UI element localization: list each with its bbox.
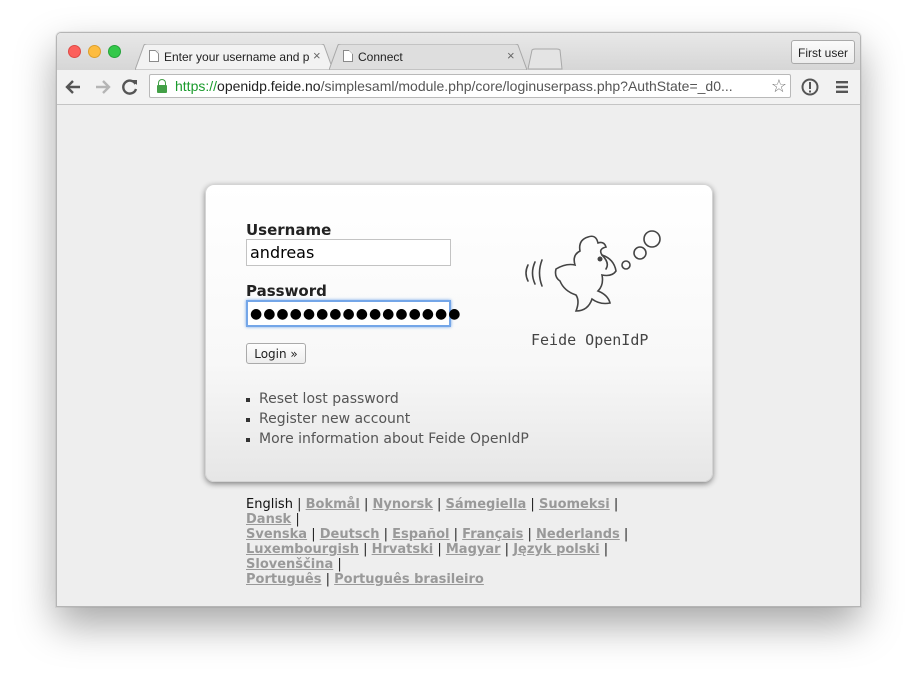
lang-link[interactable]: Svenska <box>246 527 307 542</box>
reload-icon[interactable] <box>119 76 141 98</box>
password-input[interactable]: ●●●●●●●●●●●●●●●● <box>246 300 460 327</box>
url-text: https://openidp.feide.no/simplesaml/modu… <box>175 78 733 94</box>
language-selector: English | Bokmål | Nynorsk | Sámegiella … <box>246 497 629 587</box>
login-card: Username andreas Password ●●●●●●●●●●●●●●… <box>205 184 713 482</box>
tab-title: Enter your username and p <box>164 50 309 64</box>
window-minimize-icon[interactable] <box>88 45 101 58</box>
logo-text: Feide OpenIdP <box>531 331 649 349</box>
reset-password-link[interactable]: Reset lost password <box>246 389 529 409</box>
lang-link[interactable]: Nederlands <box>536 527 620 542</box>
feide-fish-logo-icon <box>525 230 661 312</box>
back-arrow-icon[interactable] <box>63 76 85 98</box>
page-icon <box>149 50 159 62</box>
tab-close-icon[interactable]: × <box>313 48 321 63</box>
forward-arrow-icon[interactable] <box>91 76 113 98</box>
tab-close-icon[interactable]: × <box>507 48 515 63</box>
lang-link[interactable]: Język polski <box>513 542 599 557</box>
window-close-icon[interactable] <box>68 45 81 58</box>
lang-link[interactable]: Español <box>392 527 449 542</box>
username-label: Username <box>246 221 332 239</box>
lang-link[interactable]: Français <box>462 527 523 542</box>
lang-link[interactable]: Português <box>246 572 321 587</box>
password-label: Password <box>246 282 327 300</box>
more-info-link[interactable]: More information about Feide OpenIdP <box>246 429 529 449</box>
lang-link[interactable]: Magyar <box>446 542 501 557</box>
lang-link[interactable]: Slovenščina <box>246 557 333 572</box>
new-tab-button[interactable] <box>527 48 563 70</box>
address-bar[interactable]: https://openidp.feide.no/simplesaml/modu… <box>149 74 791 98</box>
lang-link[interactable]: Suomeksi <box>539 497 610 512</box>
browser-toolbar: https://openidp.feide.no/simplesaml/modu… <box>57 70 860 105</box>
lang-link[interactable]: Nynorsk <box>373 497 433 512</box>
tab-login[interactable]: Enter your username and p × <box>135 44 333 70</box>
tab-title: Connect <box>358 50 403 64</box>
profile-button[interactable]: First user <box>791 40 855 64</box>
menu-hamburger-icon[interactable] <box>831 76 853 98</box>
current-language: English <box>246 497 293 512</box>
lang-link[interactable]: Bokmål <box>306 497 360 512</box>
lang-link[interactable]: Português brasileiro <box>334 572 484 587</box>
lang-link[interactable]: Luxembourgish <box>246 542 359 557</box>
lang-link[interactable]: Hrvatski <box>372 542 434 557</box>
register-account-link[interactable]: Register new account <box>246 409 529 429</box>
page-icon <box>343 50 353 62</box>
browser-window: Enter your username and p × Connect × Fi… <box>56 32 861 607</box>
tab-connect[interactable]: Connect × <box>329 44 527 70</box>
tab-strip: Enter your username and p × Connect × Fi… <box>57 33 860 70</box>
lock-icon <box>157 79 167 93</box>
bookmark-star-icon[interactable]: ☆ <box>771 76 787 97</box>
lang-link[interactable]: Dansk <box>246 512 291 527</box>
help-links: Reset lost password Register new account… <box>246 389 529 449</box>
window-zoom-icon[interactable] <box>108 45 121 58</box>
lang-link[interactable]: Deutsch <box>320 527 380 542</box>
login-button[interactable]: Login » <box>246 343 306 364</box>
username-input[interactable]: andreas <box>246 239 451 266</box>
lang-link[interactable]: Sámegiella <box>446 497 527 512</box>
page-content: Username andreas Password ●●●●●●●●●●●●●●… <box>57 105 860 606</box>
extension-info-icon[interactable] <box>799 76 821 98</box>
